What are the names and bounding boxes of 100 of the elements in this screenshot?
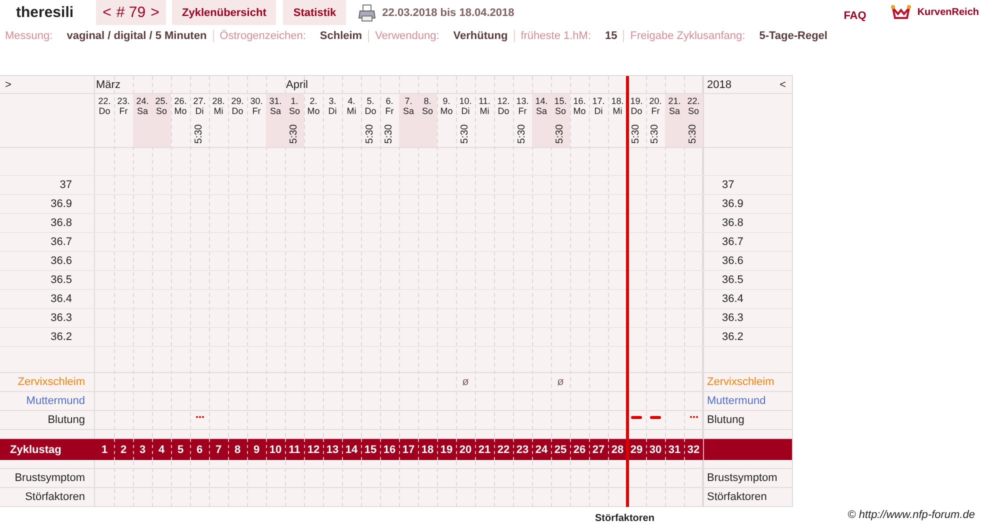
cycle-day-number: 16 [383, 444, 396, 456]
day-weekday: Di [594, 106, 603, 116]
day-date: 1. [290, 96, 298, 106]
day-weekday: Do [232, 106, 244, 116]
day-weekday: Di [328, 106, 337, 116]
copyright-link[interactable]: © http://www.nfp-forum.de [848, 509, 975, 521]
nav-tab[interactable]: Zyklenübersicht [172, 0, 276, 25]
measure-time: 5:30 [556, 124, 566, 144]
day-weekday: Mo [573, 106, 586, 116]
measure-time: 5:30 [290, 124, 300, 144]
temperature-label: 36.2 [721, 331, 744, 343]
temperature-label: 36.7 [50, 236, 73, 248]
cycle-day-number: 11 [288, 444, 300, 456]
day-weekday: Mo [440, 106, 453, 116]
temperature-label: 36.5 [721, 274, 744, 286]
measure-time: 5:30 [194, 124, 204, 144]
collapse-arrow[interactable]: < [780, 78, 786, 90]
temperature-label: 36.9 [50, 198, 73, 210]
temperature-label: 36.3 [50, 312, 73, 324]
printer-icon[interactable] [358, 4, 376, 22]
next-cycle-link[interactable]: > [150, 4, 160, 21]
day-date: 2. [310, 96, 318, 106]
row-label: Zervixschleim [18, 376, 85, 388]
temperature-label: 36.3 [721, 312, 744, 324]
cycle-day-number: 20 [459, 444, 472, 456]
day-weekday: Mi [346, 106, 356, 116]
cycle-day-number: 3 [139, 444, 146, 456]
temperature-label: 36.6 [50, 255, 73, 267]
day-weekday: Sa [136, 106, 148, 116]
cycle-day-number: 28 [611, 444, 624, 456]
day-date: 14. [535, 96, 548, 106]
month-label: März [95, 78, 120, 90]
temperature-label: 36.9 [721, 198, 744, 210]
month-label: April [285, 78, 308, 90]
temperature-label: 36.8 [50, 217, 73, 229]
cycle-day-number: 6 [196, 444, 203, 456]
temperature-label: 36.8 [721, 217, 744, 229]
cycle-day-number: 12 [307, 444, 320, 456]
setting-label: früheste 1.hM: [520, 30, 592, 42]
day-weekday: Mi [612, 106, 622, 116]
day-weekday: Sa [668, 106, 680, 116]
measure-time: 5:30 [366, 124, 376, 144]
cycle-day-number: 22 [497, 444, 510, 456]
year-label: 2018 [707, 78, 732, 90]
setting-value: Verhütung [453, 30, 508, 42]
setting-value: vaginal / digital / 5 Minuten [66, 30, 207, 42]
section-heading: Störfaktoren [595, 513, 654, 524]
day-weekday: Di [195, 106, 204, 116]
temperature-label: 36.5 [50, 274, 73, 286]
measure-time: 5:30 [518, 124, 528, 144]
cycle-day-number: 18 [421, 444, 434, 456]
cycle-day-number: 2 [120, 444, 127, 456]
day-date: 9. [442, 96, 450, 106]
site-logo-text[interactable]: KurvenReich [917, 7, 979, 18]
day-date: 7. [404, 96, 412, 106]
measure-time: 5:30 [650, 124, 660, 144]
previous-cycle-link[interactable]: < [102, 4, 112, 21]
row-label: Störfaktoren [707, 491, 767, 503]
day-date: 25. [155, 96, 168, 106]
day-weekday: So [554, 106, 566, 116]
day-date: 12. [497, 96, 510, 106]
day-date: 8. [424, 96, 432, 106]
row-label: Blutung [48, 414, 85, 426]
row-label: Brustsymptom [14, 472, 85, 484]
temperature-label: 36.2 [50, 331, 73, 343]
setting-label: Verwendung: [375, 30, 440, 42]
day-date: 11. [478, 96, 490, 106]
day-date: 26. [174, 96, 187, 106]
setting-value: 15 [605, 30, 618, 42]
day-date: 15. [554, 96, 567, 106]
day-weekday: Sa [402, 106, 414, 116]
day-weekday: So [422, 106, 433, 116]
measure-time: 5:30 [688, 124, 698, 144]
expand-arrow[interactable]: > [5, 78, 12, 90]
day-date: 27. [193, 96, 206, 106]
day-weekday: Mi [480, 106, 490, 116]
day-date: 3. [328, 96, 336, 106]
day-weekday: So [688, 106, 699, 116]
day-weekday: Do [98, 106, 110, 116]
date-range: 22.03.2018 bis 18.04.2018 [382, 6, 514, 18]
cycle-day-number: 27 [592, 444, 605, 456]
cervical-symbol: ø [462, 376, 469, 388]
setting-label: Messung: [5, 30, 53, 42]
cycle-day-number: 24 [535, 444, 548, 456]
row-label: Blutung [707, 414, 744, 426]
day-date: 29. [231, 96, 244, 106]
cycle-day-number: 14 [345, 444, 358, 456]
row-label: Brustsymptom [707, 472, 778, 484]
day-date: 22. [98, 96, 111, 106]
row-label: Muttermund [707, 395, 766, 407]
cycle-day-number: 23 [516, 444, 529, 456]
day-date: 28. [212, 96, 225, 106]
cycle-day-number: 25 [554, 444, 567, 456]
faq-link[interactable]: FAQ [844, 10, 866, 22]
day-date: 16. [573, 96, 586, 106]
day-date: 31. [269, 96, 282, 106]
measure-time: 5:30 [384, 124, 394, 144]
day-weekday: Do [364, 106, 376, 116]
day-weekday: Fr [651, 106, 660, 116]
nav-tab[interactable]: Statistik [283, 0, 346, 25]
